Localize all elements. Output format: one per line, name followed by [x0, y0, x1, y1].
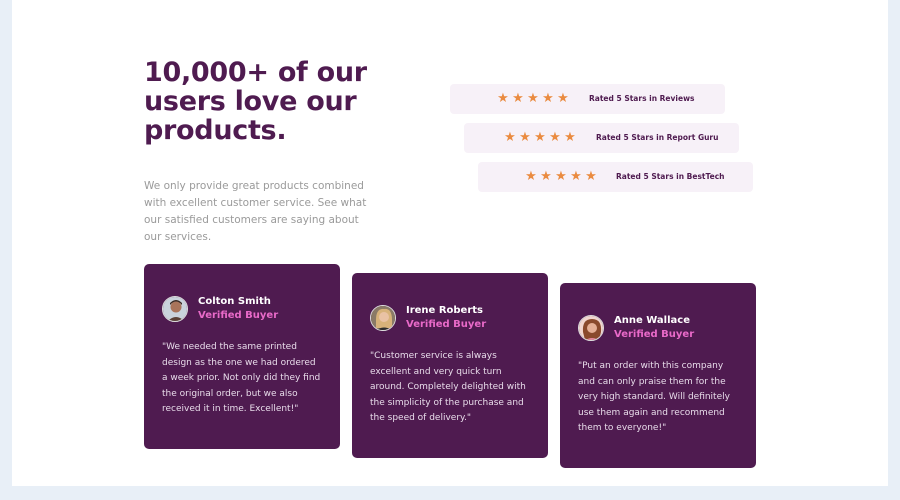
rating-reviews: ★ ★ ★ ★ ★ Rated 5 Stars in Reviews	[450, 84, 725, 114]
verified-badge: Verified Buyer	[198, 310, 279, 321]
testimonial-header: Colton Smith Verified Buyer	[162, 294, 322, 324]
star-icon: ★	[525, 169, 537, 184]
testimonial-quote: "Customer service is always excellent an…	[370, 351, 526, 424]
star-icon: ★	[549, 130, 561, 145]
star-icon: ★	[504, 130, 516, 145]
reviewer-name: Irene Roberts	[406, 305, 483, 316]
testimonial-header: Irene Roberts Verified Buyer	[370, 303, 530, 333]
avatar	[162, 296, 188, 322]
star-icon: ★	[540, 169, 552, 184]
verified-badge: Verified Buyer	[406, 319, 487, 330]
rating-label: Rated 5 Stars in Report Guru	[596, 133, 719, 142]
star-icon: ★	[570, 169, 582, 184]
star-rating: ★ ★ ★ ★ ★	[504, 130, 576, 145]
rating-report-guru: ★ ★ ★ ★ ★ Rated 5 Stars in Report Guru	[464, 123, 739, 153]
star-rating: ★ ★ ★ ★ ★	[525, 169, 597, 184]
rating-label: Rated 5 Stars in BestTech	[616, 172, 725, 181]
social-proof-section: 10,000+ of our users love our products. …	[12, 0, 888, 486]
star-icon: ★	[564, 130, 576, 145]
testimonial-header: Anne Wallace Verified Buyer	[578, 313, 738, 343]
verified-badge: Verified Buyer	[614, 329, 695, 340]
star-icon: ★	[519, 130, 531, 145]
reviewer-name: Anne Wallace	[614, 315, 690, 326]
star-icon: ★	[527, 91, 539, 106]
intro-text: We only provide great products combined …	[144, 180, 367, 243]
testimonial-card: Colton Smith Verified Buyer "We needed t…	[144, 264, 340, 449]
testimonial-quote: "We needed the same printed design as th…	[162, 342, 321, 415]
testimonial-card: Anne Wallace Verified Buyer "Put an orde…	[560, 283, 756, 468]
star-icon: ★	[512, 91, 524, 106]
star-icon: ★	[557, 91, 569, 106]
avatar	[578, 315, 604, 341]
rating-besttech: ★ ★ ★ ★ ★ Rated 5 Stars in BestTech	[478, 162, 753, 192]
star-icon: ★	[497, 91, 509, 106]
page-title: 10,000+ of our users love our products.	[144, 57, 367, 146]
testimonial-quote: "Put an order with this company and can …	[578, 361, 730, 434]
reviewer-name: Colton Smith	[198, 296, 271, 307]
star-rating: ★ ★ ★ ★ ★	[497, 91, 569, 106]
rating-label: Rated 5 Stars in Reviews	[589, 94, 695, 103]
avatar	[370, 305, 396, 331]
star-icon: ★	[534, 130, 546, 145]
star-icon: ★	[542, 91, 554, 106]
testimonial-card: Irene Roberts Verified Buyer "Customer s…	[352, 273, 548, 458]
star-icon: ★	[555, 169, 567, 184]
star-icon: ★	[585, 169, 597, 184]
